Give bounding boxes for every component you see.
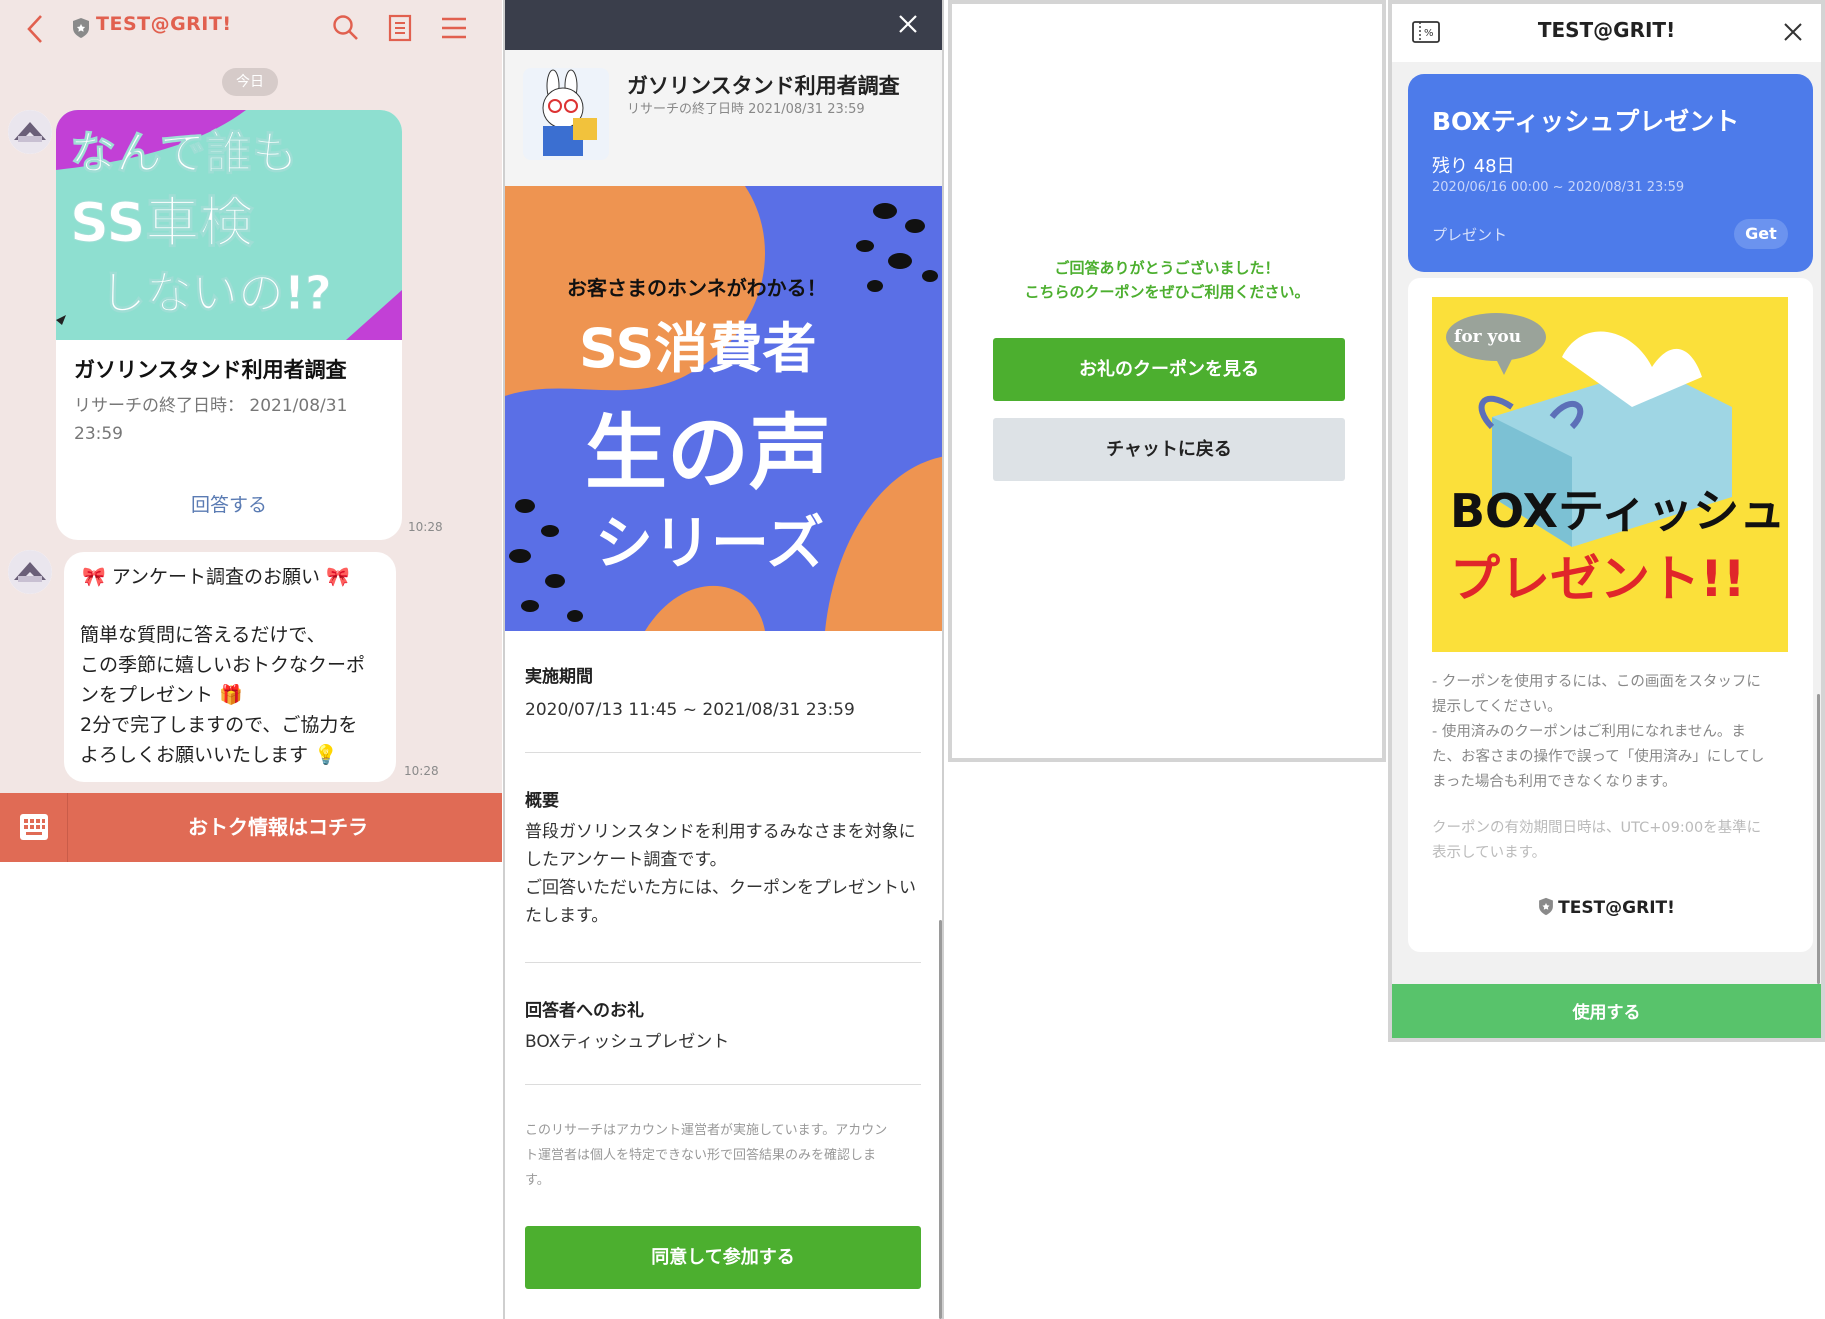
message-line: 簡単な質問に答えるだけで、 <box>80 624 326 646</box>
summary-line: したアンケート調査です。 <box>525 850 727 870</box>
divider <box>525 1084 921 1085</box>
avatar[interactable] <box>8 110 52 154</box>
gift-icon: 🎁 <box>213 684 243 706</box>
back-arrow-icon[interactable] <box>26 14 44 44</box>
thanks-message: ご回答ありがとうございました！ こちらのクーポンをぜひご利用ください。 <box>952 256 1382 304</box>
privacy-note: このリサーチはアカウント運営者が実施しています。アカウン ト運営者は個人を特定で… <box>525 1118 925 1193</box>
coupon-app-title: TEST@GRIT! <box>1537 18 1676 42</box>
message-body: 簡単な質問に答えるだけで、 この季節に嬉しいおトクなクーポ ンをプレゼント 🎁 … <box>80 620 392 770</box>
message-heading: アンケート調査のお願い <box>111 566 320 588</box>
search-icon[interactable] <box>332 14 360 42</box>
back-to-chat-button[interactable]: チャットに戻る <box>993 418 1345 481</box>
terms-line: - クーポンを使用するには、この画面をスタッフに <box>1432 674 1761 690</box>
terms-line: - 使用済みのクーポンはご利用になれません。ま <box>1432 724 1746 740</box>
survey-deadline: リサーチの終了日時 2021/08/31 23:59 <box>627 102 865 117</box>
survey-card-image: なんで誰も SS車検 しないの!? <box>56 110 402 340</box>
survey-mascot-image <box>523 68 609 160</box>
date-separator: 今日 <box>222 68 278 96</box>
card-deadline: リサーチの終了日時： 2021/08/31 23:59 <box>74 396 348 444</box>
summary-label: 概要 <box>525 791 559 811</box>
shield-icon <box>72 17 90 39</box>
coupon-title: BOXティッシュプレゼント <box>1432 107 1740 136</box>
tz-line: クーポンの有効期間日時は、UTC+09:00を基準に <box>1432 820 1762 836</box>
image-text-line: BOXティッシュ <box>1450 484 1786 538</box>
terms-line: まった場合も利用できなくなります。 <box>1432 774 1677 790</box>
period-label: 実施期間 <box>525 667 593 687</box>
survey-banner-image: お客さまのホンネがわかる！ SS消費者 生の声 シリーズ <box>505 186 942 631</box>
avatar[interactable] <box>8 550 52 594</box>
coupon-image: for you BOXティッシュ プレゼント!! <box>1432 297 1788 652</box>
use-coupon-button[interactable]: 使用する <box>1392 984 1821 1038</box>
coupon-terms: - クーポンを使用するには、この画面をスタッフに 提示してください。 - 使用済… <box>1432 670 1792 795</box>
message-line: ンをプレゼント <box>80 684 214 706</box>
message-line: この季節に嬉しいおトクなクーポ <box>80 654 366 676</box>
message-line: 2分で完了しますので、ご協力を <box>80 714 358 736</box>
notes-icon[interactable] <box>388 14 412 42</box>
image-text-line: プレゼント!! <box>1450 550 1746 608</box>
note-line: このリサーチはアカウント運営者が実施しています。アカウン <box>525 1123 888 1138</box>
terms-line: た、お客さまの操作で誤って「使用済み」にしてし <box>1432 749 1765 765</box>
survey-card[interactable]: なんで誰も SS車検 しないの!? ガソリンスタンド利用者調査 リサーチの終了日… <box>56 110 402 540</box>
note-line: す。 <box>525 1173 550 1188</box>
coupon-period: 2020/06/16 00:00 ~ 2020/08/31 23:59 <box>1432 180 1685 195</box>
chat-title: TEST@GRIT! <box>96 13 232 35</box>
survey-topbar <box>505 0 942 50</box>
coupon-type: プレゼント <box>1432 226 1508 244</box>
thanks-screen: ご回答ありがとうございました！ こちらのクーポンをぜひご利用ください。 お礼のク… <box>948 0 1386 762</box>
coupon-remaining: 残り 48日 <box>1432 156 1515 177</box>
image-bubble-text: for you <box>1454 327 1522 347</box>
summary-text: 普段ガソリンスタンドを利用するみなさまを対象に したアンケート調査です。 ご回答… <box>525 818 925 930</box>
reward-value: BOXティッシュプレゼント <box>525 1032 730 1052</box>
divider <box>525 752 921 753</box>
banner-line: シリーズ <box>595 509 825 577</box>
reward-label: 回答者へのお礼 <box>525 1001 644 1021</box>
keyboard-icon[interactable] <box>0 793 68 862</box>
coupon-screen: % TEST@GRIT! BOXティッシュプレゼント 残り 48日 2020/0… <box>1388 0 1825 1042</box>
divider <box>525 962 921 963</box>
view-coupon-button[interactable]: お礼のクーポンを見る <box>993 338 1345 401</box>
scrollbar[interactable] <box>1817 694 1820 984</box>
lightbulb-icon: 💡 <box>308 744 338 766</box>
chat-header: TEST@GRIT! <box>0 0 502 58</box>
summary-line: 普段ガソリンスタンドを利用するみなさまを対象に <box>525 822 916 842</box>
get-button[interactable]: Get <box>1734 219 1788 249</box>
account-name: TEST@GRIT! <box>1558 898 1675 918</box>
message-time: 10:28 <box>404 764 439 778</box>
rich-menu-label[interactable]: おトク情報はコチラ <box>68 793 488 862</box>
chat-screen: TEST@GRIT! 今日 なんで誰も SS車検 しないの!? ガソリンスタンド… <box>0 0 502 862</box>
note-line: ト運営者は個人を特定できない形で回答結果のみを確認しま <box>525 1148 877 1163</box>
terms-line: 提示してください。 <box>1432 699 1562 715</box>
menu-icon[interactable] <box>440 16 468 40</box>
tz-line: 表示しています。 <box>1432 845 1547 861</box>
banner-line: SS消費者 <box>579 317 817 380</box>
close-icon[interactable] <box>897 13 919 35</box>
ribbon-icon: 🎀 <box>82 566 106 588</box>
close-icon[interactable] <box>1782 21 1804 43</box>
card-title: ガソリンスタンド利用者調査 <box>74 358 347 382</box>
summary-line: ご回答いただいた方には、クーポンをプレゼントい <box>525 878 916 898</box>
thanks-line: こちらのクーポンをぜひご利用ください。 <box>1024 283 1310 301</box>
message-bubble: 🎀 アンケート調査のお願い 🎀 簡単な質問に答えるだけで、 この季節に嬉しいおト… <box>64 552 396 782</box>
period-value: 2020/07/13 11:45 ~ 2021/08/31 23:59 <box>525 700 855 720</box>
image-text-line: しないの!? <box>100 266 333 321</box>
rich-menu-bar[interactable]: おトク情報はコチラ <box>0 793 502 862</box>
ribbon-icon: 🎀 <box>326 566 350 588</box>
coupon-account: TEST@GRIT! <box>1392 897 1821 918</box>
answer-link[interactable]: 回答する <box>56 490 402 517</box>
scrollbar[interactable] <box>939 920 942 1319</box>
banner-line: 生の声 <box>585 406 832 501</box>
image-text-line: なんで誰も <box>70 126 299 181</box>
timezone-note: クーポンの有効期間日時は、UTC+09:00を基準に 表示しています。 <box>1432 816 1792 866</box>
summary-line: たします。 <box>525 906 609 926</box>
survey-title: ガソリンスタンド利用者調査 <box>627 74 900 98</box>
message-line: よろしくお願いいたします <box>80 744 309 766</box>
image-text-line: SS車検 <box>70 191 254 255</box>
message-time: 10:28 <box>408 520 443 534</box>
banner-line: お客さまのホンネがわかる！ <box>567 276 827 300</box>
thanks-line: ご回答ありがとうございました！ <box>1054 259 1280 277</box>
agree-button[interactable]: 同意して参加する <box>525 1226 921 1289</box>
shield-icon <box>1538 897 1554 916</box>
survey-screen: ガソリンスタンド利用者調査 リサーチの終了日時 2021/08/31 23:59… <box>503 0 944 1319</box>
